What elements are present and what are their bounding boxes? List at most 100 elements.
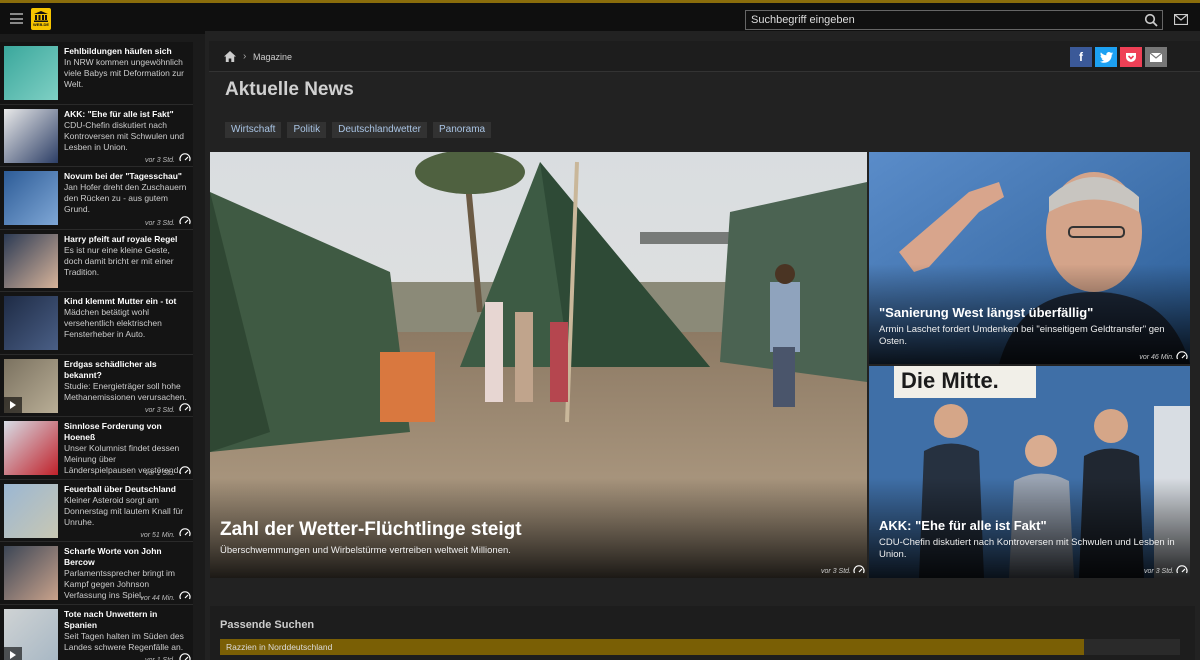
page-title: Aktuelle News bbox=[225, 79, 354, 100]
news-summary: Mädchen betätigt wohl versehentlich elek… bbox=[64, 307, 162, 339]
hero-title[interactable]: Zahl der Wetter-Flüchtlinge steigt bbox=[220, 519, 522, 541]
tag-panorama[interactable]: Panorama bbox=[432, 122, 492, 138]
news-title[interactable]: Fehlbildungen häufen sich bbox=[64, 46, 188, 57]
twitter-icon bbox=[1099, 51, 1113, 63]
news-title[interactable]: Harry pfeift auf royale Regel bbox=[64, 234, 188, 245]
home-icon[interactable] bbox=[224, 51, 236, 62]
sidebar-news-list: Fehlbildungen häufen sich In NRW kommen u… bbox=[0, 42, 193, 660]
news-title[interactable]: Kind klemmt Mutter ein - tot bbox=[64, 296, 188, 307]
main-content: › Magazine f Aktuelle News Wirtschaft Pol… bbox=[205, 31, 1200, 660]
related-search-item[interactable]: Razzien in Norddeutschland bbox=[220, 639, 1180, 655]
news-time: vor 3 Std. bbox=[145, 407, 175, 414]
clock-icon bbox=[853, 565, 865, 574]
search-input[interactable] bbox=[746, 11, 1136, 29]
side-teaser-laschet[interactable]: "Sanierung West längst überfällig" Armin… bbox=[869, 152, 1190, 364]
clock-icon bbox=[1176, 351, 1188, 360]
breadcrumb: › Magazine f bbox=[209, 41, 1200, 72]
news-thumbnail bbox=[4, 296, 58, 350]
mail-share-button[interactable] bbox=[1145, 47, 1167, 67]
clock-icon bbox=[179, 153, 191, 162]
related-search-label: Razzien in Norddeutschland bbox=[226, 642, 333, 652]
clock-icon bbox=[1176, 565, 1188, 574]
sidebar-news-item[interactable]: Novum bei der "Tagesschau" Jan Hofer dreh… bbox=[0, 167, 193, 230]
hero-time: vor 3 Std. bbox=[821, 568, 851, 575]
logo-text: WEB.DE bbox=[33, 22, 49, 27]
facebook-icon: f bbox=[1079, 50, 1083, 64]
clock-icon bbox=[179, 403, 191, 412]
logo[interactable]: WEB.DE bbox=[31, 8, 51, 30]
news-time: vor 51 Min. bbox=[140, 532, 175, 539]
clock-icon bbox=[179, 215, 191, 224]
side2-time: vor 3 Std. bbox=[1144, 568, 1174, 575]
tag-politik[interactable]: Politik bbox=[287, 122, 327, 138]
sidebar-news-item[interactable]: Erdgas schädlicher als bekannt? Studie: E… bbox=[0, 355, 193, 417]
related-searches: Passende Suchen Razzien in Norddeutschla… bbox=[210, 606, 1195, 660]
clock-icon bbox=[179, 465, 191, 474]
hero-subtitle: Überschwemmungen und Wirbelstürme vertre… bbox=[220, 545, 511, 556]
news-title[interactable]: Feuerball über Deutschland bbox=[64, 484, 188, 495]
news-title[interactable]: Novum bei der "Tagesschau" bbox=[64, 171, 188, 182]
news-thumbnail bbox=[4, 546, 58, 600]
news-text: Sinnlose Forderung von Hoeneß Unser Kolum… bbox=[64, 421, 188, 476]
side1-time: vor 46 Min. bbox=[1139, 354, 1174, 361]
related-search-fill bbox=[220, 639, 1084, 655]
news-thumbnail bbox=[4, 46, 58, 100]
sidebar-news-item[interactable]: Fehlbildungen häufen sich In NRW kommen u… bbox=[0, 42, 193, 105]
breadcrumb-separator: › bbox=[243, 51, 247, 62]
hamburger-icon[interactable] bbox=[10, 13, 23, 24]
news-title[interactable]: Scharfe Worte von John Bercow bbox=[64, 546, 188, 568]
side1-subtitle: Armin Laschet fordert Umdenken bei "eins… bbox=[879, 324, 1165, 347]
side1-title[interactable]: "Sanierung West längst überfällig" bbox=[879, 305, 1093, 320]
sidebar-news-item[interactable]: Kind klemmt Mutter ein - tot Mädchen betä… bbox=[0, 292, 193, 355]
news-title[interactable]: Tote nach Unwettern in Spanien bbox=[64, 609, 188, 631]
clock-icon bbox=[179, 528, 191, 537]
sidebar-news-item[interactable]: Harry pfeift auf royale Regel Es ist nur … bbox=[0, 230, 193, 292]
news-thumbnail bbox=[4, 608, 58, 660]
sidebar-news-item[interactable]: AKK: "Ehe für alle ist Fakt" CDU-Chefin d… bbox=[0, 105, 193, 167]
sidebar-news-item[interactable]: Scharfe Worte von John Bercow Parlamentss… bbox=[0, 542, 193, 605]
news-text: Tote nach Unwettern in Spanien Seit Tagen… bbox=[64, 609, 188, 653]
news-text: Fehlbildungen häufen sich In NRW kommen u… bbox=[64, 46, 188, 90]
news-thumbnail bbox=[4, 358, 58, 413]
logo-building-icon bbox=[34, 11, 48, 22]
news-time: vor 1 Std. bbox=[145, 469, 175, 477]
tag-wirtschaft[interactable]: Wirtschaft bbox=[225, 122, 282, 138]
hero-teaser[interactable]: Zahl der Wetter-Flüchtlinge steigt Übers… bbox=[210, 152, 867, 578]
news-summary: Studie: Energieträger soll hohe Methanem… bbox=[64, 380, 187, 402]
news-time: vor 3 Std. bbox=[145, 219, 175, 227]
news-time: vor 3 Std. bbox=[145, 157, 175, 164]
news-thumbnail bbox=[4, 421, 58, 475]
news-title[interactable]: Erdgas schädlicher als bekannt? bbox=[64, 359, 188, 381]
play-icon bbox=[4, 396, 22, 413]
news-summary: Jan Hofer dreht den Zuschauern den Rücke… bbox=[64, 182, 187, 214]
side2-subtitle: CDU-Chefin diskutiert nach Kontroversen … bbox=[879, 537, 1175, 560]
news-thumbnail bbox=[4, 171, 58, 225]
sidebar-news-item[interactable]: Tote nach Unwettern in Spanien Seit Tagen… bbox=[0, 605, 193, 660]
news-text: Erdgas schädlicher als bekannt? Studie: E… bbox=[64, 359, 188, 403]
news-summary: Es ist nur eine kleine Geste, doch damit… bbox=[64, 244, 174, 277]
related-searches-title: Passende Suchen bbox=[220, 619, 315, 631]
tag-list: Wirtschaft Politik Deutschlandwetter Panora… bbox=[225, 122, 492, 138]
news-text: Kind klemmt Mutter ein - tot Mädchen betä… bbox=[64, 296, 188, 340]
side2-title[interactable]: AKK: "Ehe für alle ist Fakt" bbox=[879, 518, 1047, 533]
news-title[interactable]: Sinnlose Forderung von Hoeneß bbox=[64, 421, 188, 443]
mail-icon[interactable] bbox=[1174, 14, 1188, 25]
pocket-share-button[interactable] bbox=[1120, 47, 1142, 67]
side-teaser-akk[interactable]: Die Mitte. AKK: "Ehe für alle ist Fakt" … bbox=[869, 366, 1190, 578]
tag-deutschlandwetter[interactable]: Deutschlandwetter bbox=[332, 122, 427, 138]
news-thumbnail bbox=[4, 483, 58, 538]
play-icon bbox=[4, 646, 22, 660]
sidebar-news-item[interactable]: Feuerball über Deutschland Kleiner Astero… bbox=[0, 480, 193, 542]
news-text: Harry pfeift auf royale Regel Es ist nur … bbox=[64, 234, 188, 278]
sidebar-news-item[interactable]: Sinnlose Forderung von Hoeneß Unser Kolum… bbox=[0, 417, 193, 480]
news-title[interactable]: AKK: "Ehe für alle ist Fakt" bbox=[64, 109, 188, 120]
top-bar: WEB.DE bbox=[0, 0, 1200, 34]
news-summary: Kleiner Asteroid sorgt am Donnerstag mit… bbox=[64, 494, 184, 527]
news-time: vor 44 Min. bbox=[140, 594, 175, 602]
facebook-share-button[interactable]: f bbox=[1070, 47, 1092, 67]
breadcrumb-item[interactable]: Magazine bbox=[253, 52, 292, 62]
search-icon[interactable] bbox=[1144, 13, 1158, 27]
news-summary: Seit Tagen halten im Süden des Landes sc… bbox=[64, 630, 184, 652]
twitter-share-button[interactable] bbox=[1095, 47, 1117, 67]
news-thumbnail bbox=[4, 108, 58, 163]
